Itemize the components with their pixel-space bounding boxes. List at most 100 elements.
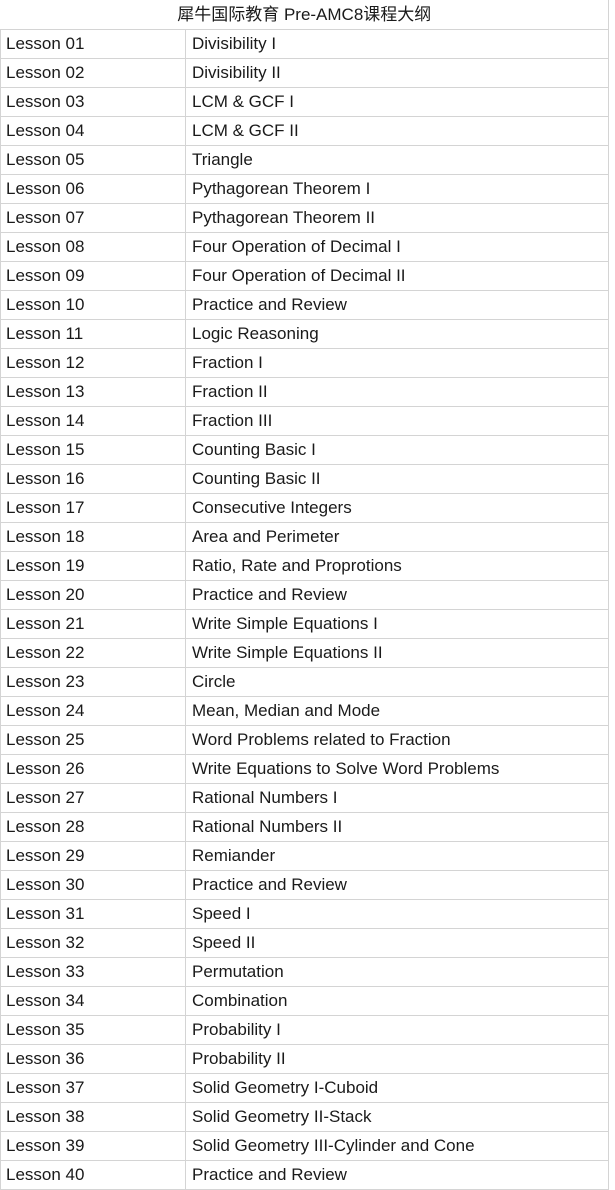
lesson-topic-cell: LCM & GCF II [184, 116, 609, 146]
table-row: Lesson 02 Divisibility II [0, 58, 609, 88]
table-row: Lesson 36 Probability II [0, 1044, 609, 1074]
table-row: Lesson 17 Consecutive Integers [0, 493, 609, 523]
lesson-number-cell: Lesson 18 [0, 522, 186, 552]
lesson-topic-cell: Rational Numbers II [184, 812, 609, 842]
lesson-number-cell: Lesson 31 [0, 899, 186, 929]
lesson-topic-cell: Divisibility I [184, 29, 609, 59]
table-row: Lesson 34 Combination [0, 986, 609, 1016]
lesson-topic-cell: Circle [184, 667, 609, 697]
lesson-number-cell: Lesson 08 [0, 232, 186, 262]
lesson-topic-cell: Remiander [184, 841, 609, 871]
table-row: Lesson 25 Word Problems related to Fracti… [0, 725, 609, 755]
lesson-number-cell: Lesson 38 [0, 1102, 186, 1132]
table-row: Lesson 38 Solid Geometry II-Stack [0, 1102, 609, 1132]
lesson-number-cell: Lesson 39 [0, 1131, 186, 1161]
lesson-topic-cell: Permutation [184, 957, 609, 987]
lesson-topic-cell: Divisibility II [184, 58, 609, 88]
table-row: Lesson 11 Logic Reasoning [0, 319, 609, 349]
lesson-number-cell: Lesson 14 [0, 406, 186, 436]
table-row: Lesson 09 Four Operation of Decimal II [0, 261, 609, 291]
table-row: Lesson 30 Practice and Review [0, 870, 609, 900]
lesson-topic-cell: Fraction I [184, 348, 609, 378]
lesson-topic-cell: Combination [184, 986, 609, 1016]
document-title: 犀牛国际教育 Pre-AMC8课程大纲 [0, 0, 609, 30]
table-row: Lesson 18 Area and Perimeter [0, 522, 609, 552]
table-row: Lesson 28 Rational Numbers II [0, 812, 609, 842]
lesson-number-cell: Lesson 06 [0, 174, 186, 204]
lesson-topic-cell: Practice and Review [184, 1160, 609, 1190]
lesson-number-cell: Lesson 36 [0, 1044, 186, 1074]
table-row: Lesson 31 Speed I [0, 899, 609, 929]
table-row: Lesson 03 LCM & GCF I [0, 87, 609, 117]
lesson-topic-cell: Write Equations to Solve Word Problems [184, 754, 609, 784]
table-row: Lesson 35 Probability I [0, 1015, 609, 1045]
lesson-number-cell: Lesson 13 [0, 377, 186, 407]
table-row: Lesson 13 Fraction II [0, 377, 609, 407]
lesson-topic-cell: Word Problems related to Fraction [184, 725, 609, 755]
table-row: Lesson 29 Remiander [0, 841, 609, 871]
lesson-topic-cell: Consecutive Integers [184, 493, 609, 523]
lesson-topic-cell: Solid Geometry II-Stack [184, 1102, 609, 1132]
table-row: Lesson 26 Write Equations to Solve Word P… [0, 754, 609, 784]
lesson-topic-cell: Practice and Review [184, 290, 609, 320]
lesson-topic-cell: Area and Perimeter [184, 522, 609, 552]
lesson-topic-cell: Write Simple Equations II [184, 638, 609, 668]
table-row: Lesson 24 Mean, Median and Mode [0, 696, 609, 726]
table-row: Lesson 39 Solid Geometry III-Cylinder and… [0, 1131, 609, 1161]
lesson-number-cell: Lesson 24 [0, 696, 186, 726]
lesson-number-cell: Lesson 23 [0, 667, 186, 697]
title-row: 犀牛国际教育 Pre-AMC8课程大纲 [0, 0, 609, 30]
table-row: Lesson 07 Pythagorean Theorem II [0, 203, 609, 233]
lesson-number-cell: Lesson 40 [0, 1160, 186, 1190]
table-row: Lesson 16 Counting Basic II [0, 464, 609, 494]
table-row: Lesson 23 Circle [0, 667, 609, 697]
lesson-topic-cell: Fraction III [184, 406, 609, 436]
table-row: Lesson 32 Speed II [0, 928, 609, 958]
table-row: Lesson 15 Counting Basic I [0, 435, 609, 465]
lesson-topic-cell: Pythagorean Theorem II [184, 203, 609, 233]
table-row: Lesson 27 Rational Numbers I [0, 783, 609, 813]
lesson-number-cell: Lesson 10 [0, 290, 186, 320]
lesson-number-cell: Lesson 25 [0, 725, 186, 755]
table-row: Lesson 19 Ratio, Rate and Proprotions [0, 551, 609, 581]
table-row: Lesson 12 Fraction I [0, 348, 609, 378]
lesson-topic-cell: Four Operation of Decimal II [184, 261, 609, 291]
lesson-topic-cell: Probability I [184, 1015, 609, 1045]
lesson-topic-cell: Triangle [184, 145, 609, 175]
lesson-topic-cell: Pythagorean Theorem I [184, 174, 609, 204]
lesson-number-cell: Lesson 32 [0, 928, 186, 958]
lesson-number-cell: Lesson 04 [0, 116, 186, 146]
table-row: Lesson 08 Four Operation of Decimal I [0, 232, 609, 262]
lesson-number-cell: Lesson 26 [0, 754, 186, 784]
lesson-number-cell: Lesson 37 [0, 1073, 186, 1103]
lesson-number-cell: Lesson 29 [0, 841, 186, 871]
syllabus-table-body: 犀牛国际教育 Pre-AMC8课程大纲 Lesson 01 Divisibilit… [0, 0, 609, 1190]
lesson-topic-cell: Probability II [184, 1044, 609, 1074]
lesson-number-cell: Lesson 33 [0, 957, 186, 987]
lesson-number-cell: Lesson 34 [0, 986, 186, 1016]
lesson-number-cell: Lesson 30 [0, 870, 186, 900]
lesson-number-cell: Lesson 19 [0, 551, 186, 581]
lesson-topic-cell: Speed II [184, 928, 609, 958]
lesson-topic-cell: Mean, Median and Mode [184, 696, 609, 726]
syllabus-table: 犀牛国际教育 Pre-AMC8课程大纲 Lesson 01 Divisibilit… [0, 0, 610, 1190]
lesson-number-cell: Lesson 05 [0, 145, 186, 175]
lesson-topic-cell: Practice and Review [184, 580, 609, 610]
lesson-number-cell: Lesson 16 [0, 464, 186, 494]
lesson-number-cell: Lesson 27 [0, 783, 186, 813]
table-row: Lesson 21 Write Simple Equations I [0, 609, 609, 639]
lesson-number-cell: Lesson 07 [0, 203, 186, 233]
table-row: Lesson 22 Write Simple Equations II [0, 638, 609, 668]
lesson-topic-cell: Speed I [184, 899, 609, 929]
lesson-topic-cell: Counting Basic I [184, 435, 609, 465]
table-row: Lesson 40 Practice and Review [0, 1160, 609, 1190]
syllabus-sheet: 犀牛国际教育 Pre-AMC8课程大纲 Lesson 01 Divisibilit… [0, 0, 615, 1190]
lesson-topic-cell: Logic Reasoning [184, 319, 609, 349]
lesson-number-cell: Lesson 20 [0, 580, 186, 610]
table-row: Lesson 20 Practice and Review [0, 580, 609, 610]
lesson-number-cell: Lesson 03 [0, 87, 186, 117]
lesson-topic-cell: Solid Geometry I-Cuboid [184, 1073, 609, 1103]
lesson-number-cell: Lesson 22 [0, 638, 186, 668]
lesson-number-cell: Lesson 01 [0, 29, 186, 59]
lesson-number-cell: Lesson 12 [0, 348, 186, 378]
